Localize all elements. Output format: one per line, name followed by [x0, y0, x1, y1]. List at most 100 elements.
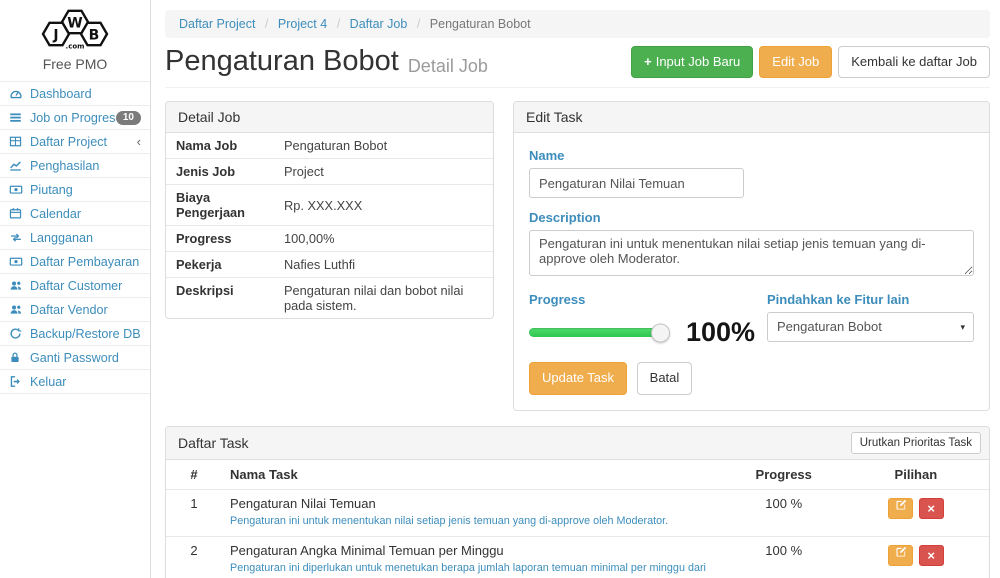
table-row: PekerjaNafies Luthfi [166, 252, 493, 278]
task-number: 2 [166, 536, 222, 578]
breadcrumb-link-project-4[interactable]: Project 4 [278, 17, 327, 31]
page-title: Pengaturan Bobot [165, 46, 399, 78]
update-task-button[interactable]: Update Task [529, 362, 627, 394]
sidebar-item-dashboard[interactable]: Dashboard [0, 82, 150, 106]
table-row: 2 Pengaturan Angka Minimal Temuan per Mi… [166, 536, 989, 578]
line-chart-icon [9, 159, 25, 172]
task-name: Pengaturan Nilai Temuan [230, 496, 717, 511]
collapse-chevron-icon: ‹ [137, 135, 141, 148]
users-icon [9, 303, 25, 316]
sidebar-item-label: Daftar Customer [30, 279, 122, 293]
sidebar-item-label: Daftar Project [30, 135, 107, 149]
sidebar-item-label: Backup/Restore DB [30, 327, 141, 341]
panels-row: Detail Job Nama JobPengaturan Bobot Jeni… [165, 101, 990, 410]
edit-task-panel-title: Edit Task [514, 102, 989, 133]
name-label: Name [529, 148, 974, 163]
breadcrumb-current: Pengaturan Bobot [430, 17, 531, 31]
brand-logo: W J B .com Free PMO [0, 0, 150, 81]
progress-slider-handle[interactable] [651, 323, 670, 342]
breadcrumb-link-daftar-project[interactable]: Daftar Project [179, 17, 255, 31]
sidebar-item-daftar-customer[interactable]: Daftar Customer [0, 274, 150, 298]
money-icon [9, 183, 25, 196]
sign-out-icon [9, 375, 25, 388]
svg-text:J: J [52, 28, 58, 44]
table-row: Jenis JobProject [166, 159, 493, 185]
header-actions: +Input Job Baru Edit Job Kembali ke daft… [631, 46, 990, 78]
column-header-num: # [166, 460, 222, 490]
retweet-icon [9, 231, 25, 244]
table-row: Progress100,00% [166, 226, 493, 252]
list-icon [9, 111, 25, 124]
breadcrumb-separator: / [265, 17, 268, 31]
column-header-name: Nama Task [222, 460, 725, 490]
app-window: W J B .com Free PMO Dashboard Job on Pro… [0, 0, 1000, 578]
sidebar-item-label: Penghasilan [30, 159, 99, 173]
sidebar-item-backup-restore-db[interactable]: Backup/Restore DB [0, 322, 150, 346]
users-icon [9, 279, 25, 292]
sidebar-nav: Dashboard Job on Progress 10 Daftar Proj… [0, 81, 150, 394]
sidebar-item-daftar-project[interactable]: Daftar Project ‹ [0, 130, 150, 154]
task-table: # Nama Task Progress Pilihan 1 Pengatura… [166, 460, 989, 578]
breadcrumb-separator: / [337, 17, 340, 31]
pencil-icon [895, 546, 907, 558]
progress-value: 100% [686, 319, 755, 346]
table-row: 1 Pengaturan Nilai Temuan Pengaturan ini… [166, 490, 989, 537]
logo-com-text: .com [66, 43, 85, 51]
delete-task-button[interactable]: × [919, 498, 944, 519]
progress-label: Progress [529, 292, 767, 307]
edit-task-panel: Edit Task Name Description Pengaturan in… [513, 101, 990, 410]
svg-text:W: W [67, 16, 82, 32]
sidebar-item-job-on-progress[interactable]: Job on Progress 10 [0, 106, 150, 130]
sidebar-item-calendar[interactable]: Calendar [0, 202, 150, 226]
main-content: Daftar Project / Project 4 / Daftar Job … [152, 0, 1000, 578]
page-header: Pengaturan Bobot Detail Job +Input Job B… [165, 46, 990, 88]
page-subtitle: Detail Job [408, 48, 488, 77]
move-feature-select[interactable]: Pengaturan Bobot ▾ [767, 312, 974, 342]
detail-job-panel-title: Detail Job [166, 102, 493, 133]
task-progress: 100 % [725, 490, 843, 537]
x-icon: × [927, 548, 935, 563]
breadcrumb-separator: / [417, 17, 420, 31]
task-table-header-row: # Nama Task Progress Pilihan [166, 460, 989, 490]
urutkan-prioritas-task-button[interactable]: Urutkan Prioritas Task [851, 432, 981, 454]
delete-task-button[interactable]: × [919, 545, 944, 566]
sidebar-item-label: Daftar Pembayaran [30, 255, 139, 269]
lock-icon [9, 351, 25, 364]
description-label: Description [529, 210, 974, 225]
kembali-ke-daftar-job-button[interactable]: Kembali ke daftar Job [838, 46, 990, 78]
job-count-badge: 10 [116, 111, 141, 125]
money-icon [9, 255, 25, 268]
breadcrumb-link-daftar-job[interactable]: Daftar Job [350, 17, 408, 31]
batal-button[interactable]: Batal [637, 362, 693, 394]
plus-icon: + [644, 54, 652, 69]
task-description: Pengaturan ini untuk menentukan nilai se… [230, 513, 717, 530]
sidebar-item-langganan[interactable]: Langganan [0, 226, 150, 250]
input-job-baru-button[interactable]: +Input Job Baru [631, 46, 753, 78]
sidebar-item-penghasilan[interactable]: Penghasilan [0, 154, 150, 178]
task-description: Pengaturan ini diperlukan untuk menetuka… [230, 560, 717, 578]
task-actions: × [843, 490, 989, 537]
refresh-icon [9, 327, 25, 340]
task-description-textarea[interactable]: Pengaturan ini untuk menentukan nilai se… [529, 230, 974, 276]
task-name-input[interactable] [529, 168, 744, 198]
edit-task-button[interactable] [888, 545, 913, 566]
sidebar-item-daftar-vendor[interactable]: Daftar Vendor [0, 298, 150, 322]
table-row: DeskripsiPengaturan nilai dan bobot nila… [166, 278, 493, 319]
detail-job-panel: Detail Job Nama JobPengaturan Bobot Jeni… [165, 101, 494, 319]
column-header-progress: Progress [725, 460, 843, 490]
progress-column: Progress 100% [529, 289, 767, 346]
pencil-icon [895, 499, 907, 511]
move-feature-selected-value: Pengaturan Bobot [777, 319, 882, 334]
move-feature-label: Pindahkan ke Fitur lain [767, 292, 974, 307]
sidebar-item-keluar[interactable]: Keluar [0, 370, 150, 394]
sidebar-item-ganti-password[interactable]: Ganti Password [0, 346, 150, 370]
progress-slider[interactable] [529, 328, 660, 337]
task-actions: × [843, 536, 989, 578]
table-icon [9, 135, 25, 148]
sidebar-item-daftar-pembayaran[interactable]: Daftar Pembayaran [0, 250, 150, 274]
edit-task-button[interactable] [888, 498, 913, 519]
sidebar-item-piutang[interactable]: Piutang [0, 178, 150, 202]
task-number: 1 [166, 490, 222, 537]
edit-job-button[interactable]: Edit Job [759, 46, 832, 78]
daftar-task-panel: Daftar Task Urutkan Prioritas Task # Nam… [165, 426, 990, 578]
